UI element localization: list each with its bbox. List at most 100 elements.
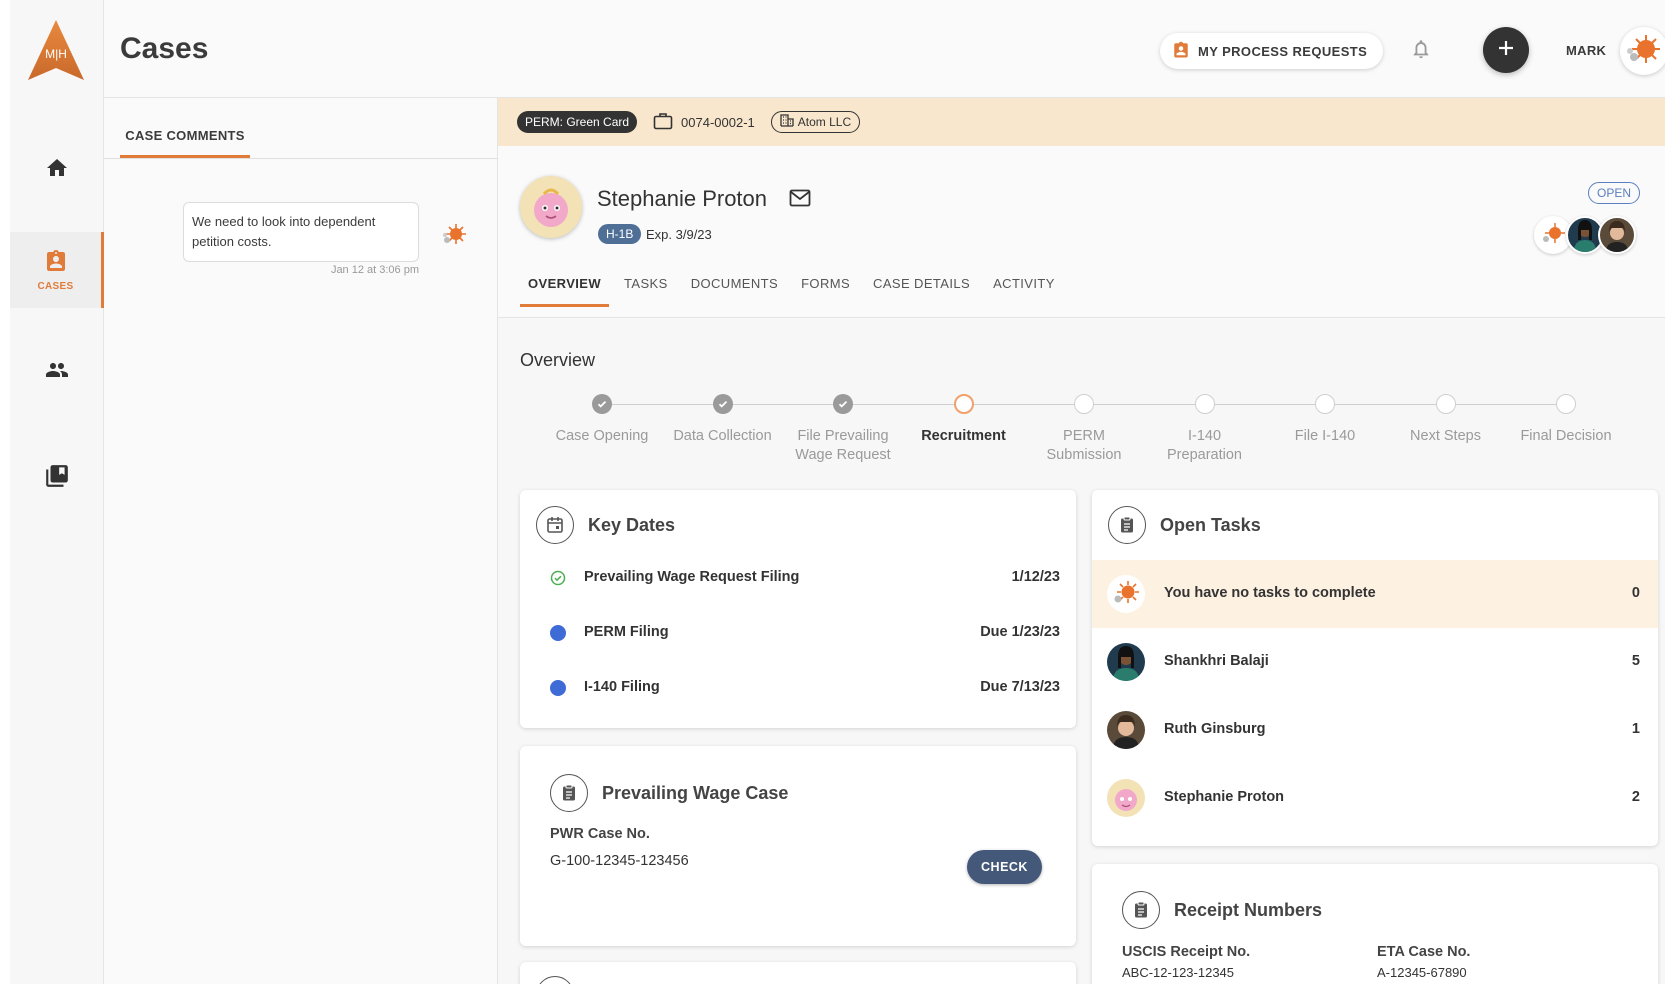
key-date-row: I-140 Filing Due 7/13/23 [520,668,1076,708]
key-dates-title: Key Dates [588,515,676,535]
briefcase-icon [653,112,673,133]
step-label-line: PERM [1063,428,1105,444]
step-dot-icon [1556,394,1576,414]
user-avatar[interactable] [1620,27,1665,75]
task-row[interactable]: Stephanie Proton 2 [1092,764,1658,832]
task-row[interactable]: Shankhri Balaji 5 [1092,628,1658,696]
cases-icon [44,249,68,278]
sidebar-item-library[interactable] [10,440,104,516]
building-icon [780,114,794,130]
tab-activity[interactable]: ACTIVITY [985,262,1063,307]
process-requests-label: MY PROCESS REQUESTS [1198,43,1368,59]
step-check-icon [712,394,733,414]
sidebar-item-home[interactable] [10,132,104,208]
stepper-step[interactable]: Case Opening [542,394,662,446]
case-profile-header: Stephanie Proton H-1B Exp. 3/9/23 OPEN O… [498,146,1665,318]
avatar [1107,711,1145,749]
step-check-icon [592,394,612,414]
comment-bubble: We need to look into dependent petition … [183,202,419,262]
key-dates-card: Key Dates Prevailing Wage Request Filing… [520,490,1076,728]
stepper-step[interactable]: Final Decision [1506,394,1626,446]
step-label-line: File I-140 [1294,428,1356,444]
task-label: Ruth Ginsburg [1164,721,1266,737]
task-row[interactable]: Ruth Ginsburg 1 [1092,696,1658,764]
stepper-step[interactable]: File Prevailing Wage Request [783,394,903,465]
email-icon[interactable] [789,189,811,212]
top-header: Cases MY PROCESS REQUESTS MARK [104,0,1665,98]
uscis-receipt-value: ABC-12-123-12345 [1122,965,1235,980]
step-label-line: I-140 [1187,428,1222,444]
step-label-line: Next Steps [1410,428,1481,444]
tab-forms[interactable]: FORMS [793,262,858,307]
avatar [1107,779,1145,817]
add-new-button[interactable] [1483,27,1529,73]
status-dot-icon [550,680,566,696]
status-badge: OPEN [1588,182,1641,204]
step-dot-icon [1315,394,1335,414]
eta-case-value: A-12345-67890 [1377,965,1467,980]
case-team-avatars[interactable] [1534,216,1636,254]
step-dot-icon [953,394,974,414]
case-comments-panel: CASE COMMENTS We need to look into depen… [104,98,498,984]
tab-case-comments[interactable]: CASE COMMENTS [120,126,250,158]
receipt-numbers-title: Receipt Numbers [1174,900,1323,920]
notifications-bell-icon[interactable] [1410,38,1432,65]
step-label-line: File Prevailing [797,428,889,444]
step-label-line: Wage Request [795,447,891,463]
case-tabs: OVERVIEW TASKS DOCUMENTS FORMS CASE DETA… [520,262,1070,307]
sidebar: M|H CASES [10,0,104,984]
avatar [1107,575,1145,613]
step-label-line: Recruitment [921,428,1006,444]
sidebar-item-label: CASES [37,280,74,292]
comment-timestamp: Jan 12 at 3:06 pm [330,264,419,276]
key-date-value: Due 1/23/23 [980,624,1060,640]
stepper-step[interactable]: PERM Submission [1024,394,1144,465]
receipt-numbers-card: Receipt Numbers USCIS Receipt No. ABC-12… [1092,864,1658,984]
task-label: Stephanie Proton [1164,789,1285,805]
step-check-icon [833,394,853,414]
step-label: File I-140 [1265,427,1385,446]
tab-documents[interactable]: DOCUMENTS [683,262,786,307]
my-process-requests-button[interactable]: MY PROCESS REQUESTS [1160,33,1384,69]
check-button[interactable]: CHECK [967,850,1042,884]
prevailing-wage-title: Prevailing Wage Case [602,783,789,803]
user-name[interactable]: MARK [1566,43,1606,58]
step-label: Recruitment [904,427,1024,446]
stepper-step[interactable]: Data Collection [663,394,783,446]
overview-title: Overview [520,350,596,370]
tab-overview[interactable]: OVERVIEW [520,262,610,307]
case-type-chip: PERM: Green Card [517,111,638,133]
home-icon [44,156,70,185]
stepper-step[interactable]: Next Steps [1386,394,1506,446]
stepper-step[interactable]: I-140 Preparation [1145,394,1265,465]
calendar-icon [536,506,574,544]
clipboard-icon [550,774,588,812]
stepper-step[interactable]: Recruitment [904,394,1024,446]
page-title: Cases [120,32,209,65]
client-avatar [520,176,582,238]
step-label: PERM Submission [1024,427,1144,465]
app-logo[interactable]: M|H [26,18,86,82]
task-label: You have no tasks to complete [1164,585,1376,601]
library-icon [44,463,70,494]
key-date-row: PERM Filing Due 1/23/23 [520,613,1076,653]
case-main-area: PERM: Green Card 0074-0002-1 Atom LLC St… [498,98,1665,984]
step-label: Final Decision [1506,427,1626,446]
status-dot-icon [550,625,566,641]
step-label: Data Collection [663,427,783,446]
step-label-line: Data Collection [673,428,772,444]
divider [104,158,498,159]
task-row[interactable]: You have no tasks to complete 0 [1092,560,1658,628]
case-number: 0074-0002-1 [681,114,755,130]
tab-case-details[interactable]: CASE DETAILS [865,262,978,307]
tab-tasks[interactable]: TASKS [616,262,676,307]
stepper-step[interactable]: File I-140 [1265,394,1385,446]
sidebar-item-people[interactable] [10,334,104,410]
uscis-receipt-label: USCIS Receipt No. [1122,944,1251,960]
case-progress-stepper: Case Opening Data Collection File Prevaili… [522,374,1612,474]
check-circle-icon [550,570,566,586]
task-count: 0 [1631,585,1640,601]
task-count: 5 [1631,653,1640,669]
sidebar-item-cases[interactable]: CASES [10,232,104,308]
company-chip[interactable]: Atom LLC [770,111,861,133]
